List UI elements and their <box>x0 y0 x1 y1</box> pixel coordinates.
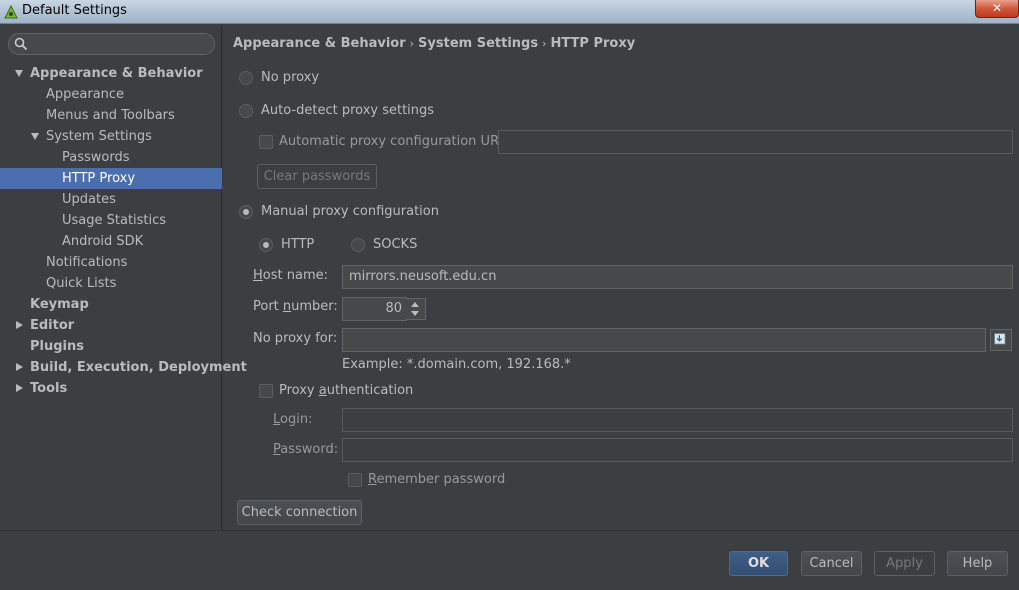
port-number-label: Port number: <box>253 299 338 314</box>
no-proxy-example: Example: *.domain.com, 192.168.* <box>342 357 571 372</box>
apply-button[interactable]: Apply <box>874 551 935 576</box>
sidebar-item-plugins[interactable]: Plugins <box>0 336 222 357</box>
sidebar-item-passwords[interactable]: Passwords <box>0 147 222 168</box>
settings-sidebar: Appearance & Behavior Appearance Menus a… <box>0 25 247 530</box>
host-name-field[interactable]: mirrors.neusoft.edu.cn <box>342 265 1013 289</box>
sidebar-item-updates[interactable]: Updates <box>0 189 222 210</box>
socks-radio[interactable] <box>351 238 365 252</box>
sidebar-item-menus-toolbars[interactable]: Menus and Toolbars <box>0 105 222 126</box>
breadcrumb-item: System Settings <box>418 36 539 51</box>
spinner-down-icon[interactable] <box>411 311 419 316</box>
password-field[interactable] <box>342 438 1013 462</box>
proxy-authentication-checkbox[interactable] <box>259 384 273 398</box>
sidebar-item-usage-statistics[interactable]: Usage Statistics <box>0 210 222 231</box>
port-number-field[interactable]: 80 <box>342 297 407 321</box>
auto-detect-label: Auto-detect proxy settings <box>261 103 435 118</box>
host-name-label: Host name: <box>253 268 328 283</box>
expand-arrow-icon <box>15 70 23 77</box>
title-bar: Default Settings ✕ <box>0 0 1019 24</box>
check-connection-button[interactable]: Check connection <box>237 500 362 525</box>
sidebar-item-quick-lists[interactable]: Quick Lists <box>0 273 222 294</box>
http-label: HTTP <box>281 237 315 252</box>
auto-config-url-field[interactable] <box>498 130 1013 154</box>
breadcrumb-separator: › <box>542 37 547 50</box>
sidebar-item-android-sdk[interactable]: Android SDK <box>0 231 222 252</box>
close-icon: ✕ <box>991 1 1003 15</box>
password-label: Password: <box>273 442 339 457</box>
auto-config-url-label: Automatic proxy configuration URL: <box>279 134 511 149</box>
no-proxy-for-label: No proxy for: <box>253 331 338 346</box>
ok-button[interactable]: OK <box>729 551 788 576</box>
manual-proxy-radio[interactable] <box>239 205 253 219</box>
http-radio[interactable] <box>259 238 273 252</box>
spinner-up-icon[interactable] <box>411 302 419 307</box>
window-title: Default Settings <box>22 3 127 18</box>
sidebar-item-keymap[interactable]: Keymap <box>0 294 222 315</box>
manual-proxy-label: Manual proxy configuration <box>261 204 439 219</box>
remember-password-label: Remember password <box>368 472 506 487</box>
socks-label: SOCKS <box>373 237 418 252</box>
proxy-authentication-label: Proxy authentication <box>279 383 414 398</box>
search-input[interactable] <box>8 33 215 55</box>
breadcrumb-item: HTTP Proxy <box>550 36 636 51</box>
breadcrumb: Appearance & Behavior › System Settings › HT… <box>233 36 635 51</box>
collapse-arrow-icon <box>16 363 23 371</box>
no-proxy-for-field[interactable] <box>342 328 986 352</box>
sidebar-item-editor[interactable]: Editor <box>0 315 222 336</box>
port-spinner[interactable] <box>406 298 426 320</box>
expand-arrow-icon <box>31 133 39 140</box>
clear-passwords-button[interactable]: Clear passwords <box>257 164 377 189</box>
sidebar-item-tools[interactable]: Tools <box>0 378 222 399</box>
sidebar-item-system-settings[interactable]: System Settings <box>0 126 222 147</box>
sidebar-item-notifications[interactable]: Notifications <box>0 252 222 273</box>
breadcrumb-item: Appearance & Behavior <box>233 36 406 51</box>
cancel-button[interactable]: Cancel <box>801 551 862 576</box>
no-proxy-radio[interactable] <box>239 71 253 85</box>
help-button[interactable]: Help <box>947 551 1008 576</box>
no-proxy-label: No proxy <box>261 70 320 85</box>
close-button[interactable]: ✕ <box>975 0 1019 18</box>
breadcrumb-separator: › <box>409 37 415 50</box>
login-label: Login: <box>273 412 313 427</box>
collapse-arrow-icon <box>16 321 23 329</box>
expand-field-button[interactable] <box>990 329 1012 351</box>
expand-icon <box>994 333 1006 345</box>
sidebar-item-build-execution-deployment[interactable]: Build, Execution, Deployment <box>0 357 247 378</box>
search-icon <box>14 37 28 51</box>
auto-config-url-checkbox[interactable] <box>259 135 273 149</box>
auto-detect-radio[interactable] <box>239 104 253 118</box>
remember-password-checkbox[interactable] <box>348 473 362 487</box>
sidebar-item-appearance[interactable]: Appearance <box>0 84 222 105</box>
android-studio-icon <box>4 4 18 19</box>
login-field[interactable] <box>342 408 1013 432</box>
collapse-arrow-icon <box>16 384 23 392</box>
dialog-footer <box>0 530 1019 590</box>
sidebar-item-http-proxy[interactable]: HTTP Proxy <box>0 168 222 189</box>
sidebar-item-appearance-behavior[interactable]: Appearance & Behavior <box>0 63 222 84</box>
